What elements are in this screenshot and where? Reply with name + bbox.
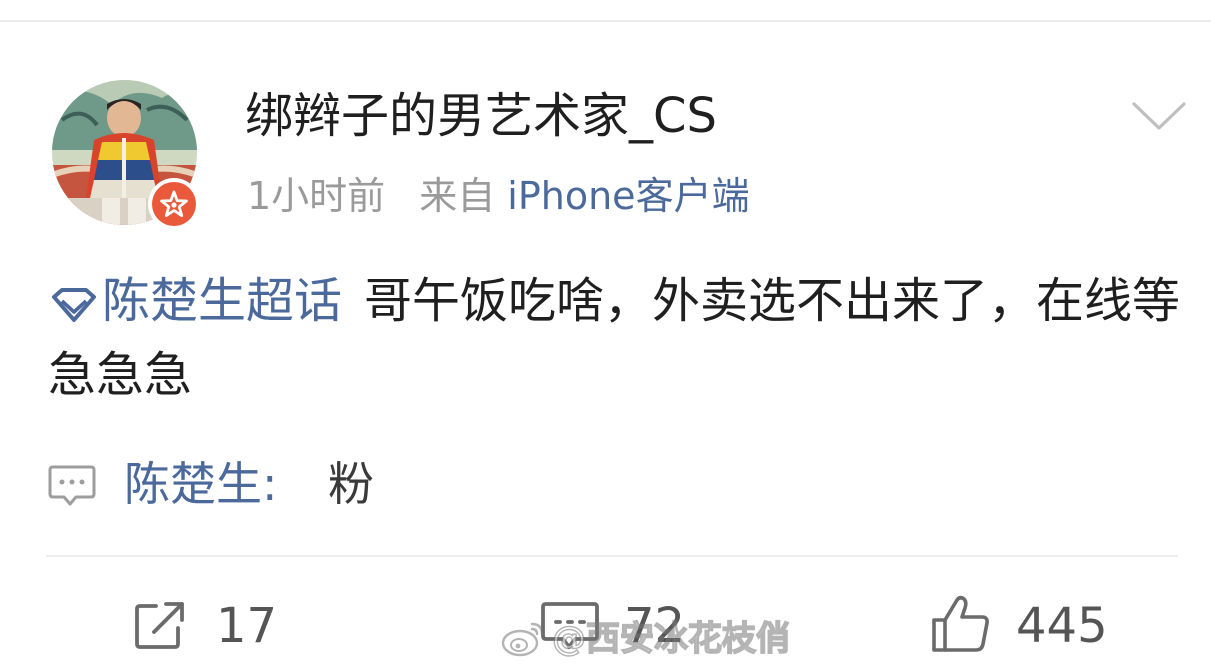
watermark-text: @西安冰花枝俏 [551,618,790,659]
source-prefix: 来自 [419,174,496,218]
verified-badge [148,178,200,230]
verified-star-icon [160,190,188,217]
weibo-logo-icon [501,622,544,657]
super-topic-diamond-icon [52,288,96,322]
post-time: 1小时前 [247,174,386,218]
username[interactable]: 绑辫子的男艺术家_CS [245,84,717,148]
post-meta: 1小时前 来自 iPhone客户端 [247,170,750,222]
super-topic-label: 陈楚生超话 [102,273,343,329]
source-client[interactable]: iPhone客户端 [507,174,749,218]
top-divider [0,20,1211,22]
super-topic-link[interactable]: 陈楚生超话 [48,273,342,329]
like-count: 445 [1016,598,1108,654]
repost-icon [135,602,184,649]
post-body: 陈楚生超话 哥午饭吃啥，外卖选不出来了，在线等急急急 [48,264,1188,412]
comment-text: 粉 [328,457,374,511]
chevron-down-icon[interactable] [1130,98,1188,134]
thumbs-up-icon [932,595,989,652]
comment-bubble-icon [48,465,96,506]
action-divider [46,555,1178,557]
comment-author[interactable]: 陈楚生: [124,452,278,516]
repost-count: 17 [216,598,278,654]
weibo-post-card: 绑辫子的男艺术家_CS 1小时前 来自 iPhone客户端 陈楚生超话 哥午饭吃啥，… [0,0,1211,669]
